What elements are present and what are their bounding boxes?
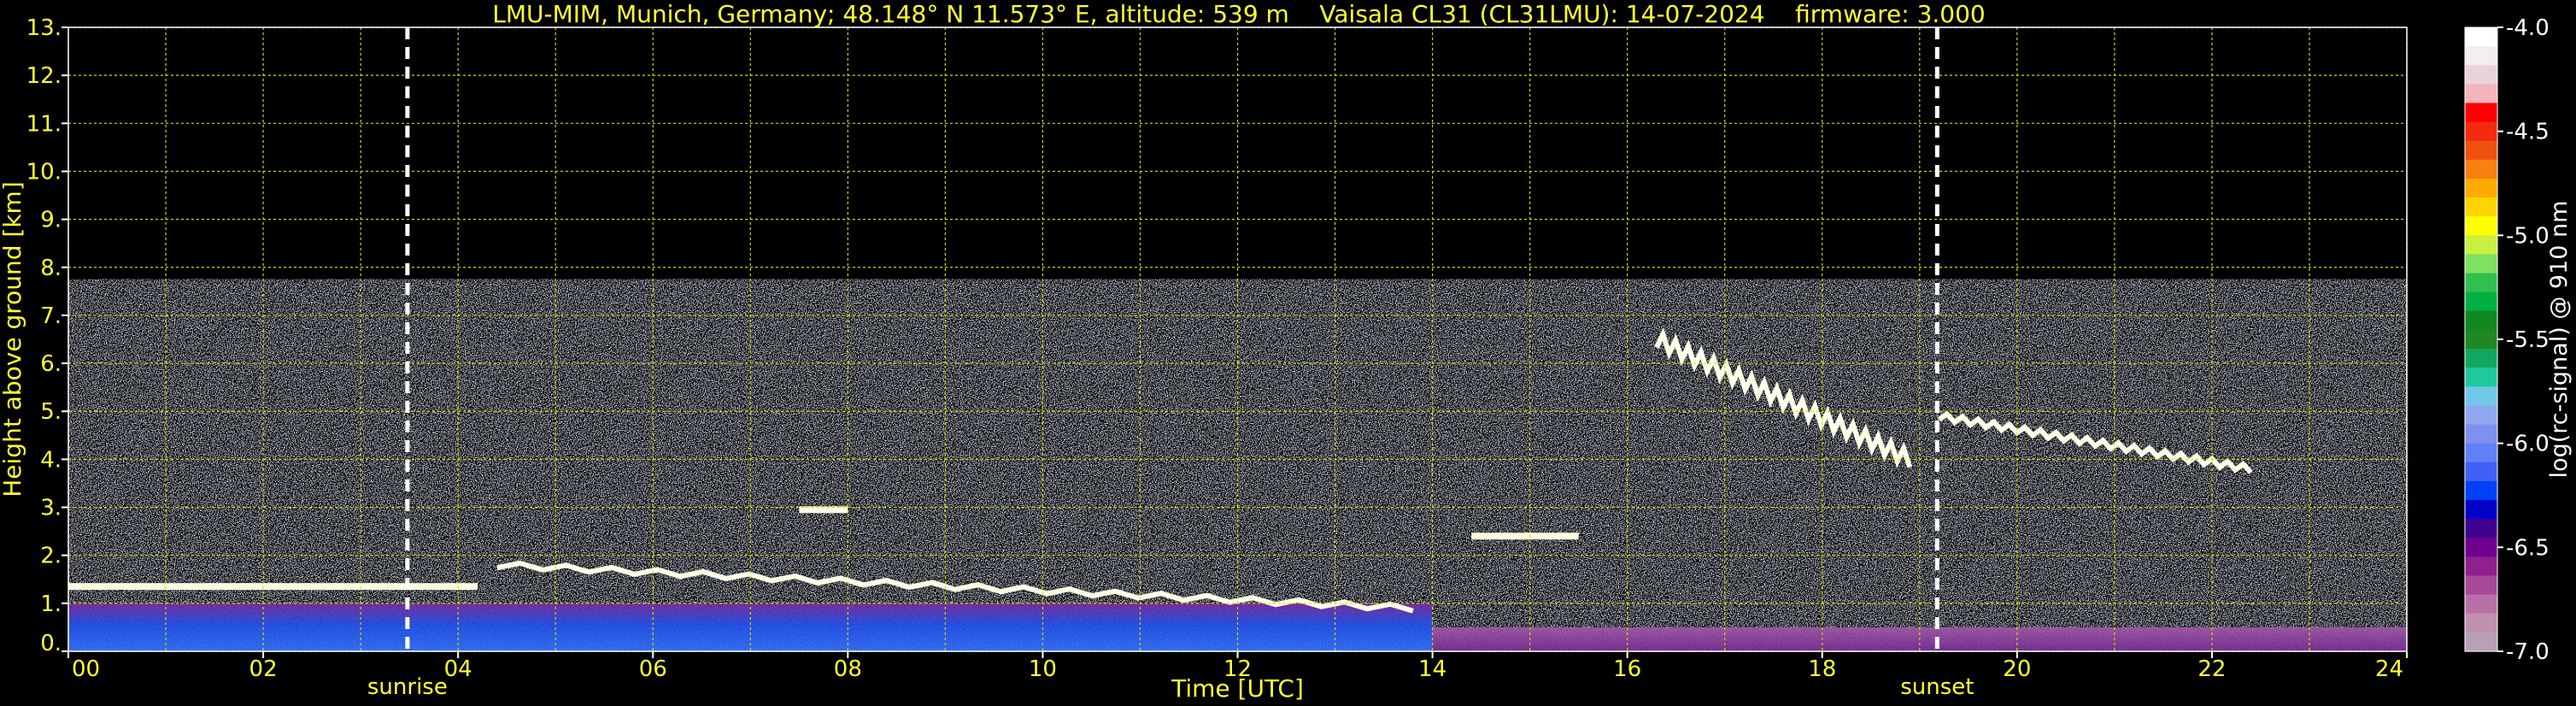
y-tick-label: 13. xyxy=(26,15,62,41)
colorbar-segment xyxy=(2465,519,2497,538)
y-axis-label: Height above ground [km] xyxy=(0,181,26,497)
colorbar-segment xyxy=(2465,84,2497,104)
x-axis-label: Time [UTC] xyxy=(1171,674,1304,703)
sunrise-label: sunrise xyxy=(367,674,448,700)
colorbar-segment xyxy=(2465,178,2497,198)
colorbar-tick-label: -6.0 xyxy=(2506,432,2550,457)
colorbar-segment xyxy=(2465,349,2497,368)
colorbar-segment xyxy=(2465,594,2497,615)
colorbar-segment xyxy=(2465,46,2497,66)
x-tick-label: 08 xyxy=(834,656,862,682)
colorbar-segment xyxy=(2465,480,2497,501)
x-tick-label: 18 xyxy=(1808,656,1836,682)
colorbar-segment xyxy=(2465,424,2497,444)
colorbar-segment xyxy=(2465,103,2497,123)
colorbar-tick-label: -5.0 xyxy=(2506,223,2550,249)
x-tick-label: 00 xyxy=(72,656,100,682)
x-tick-label: 14 xyxy=(1418,656,1446,682)
colorbar-segment xyxy=(2465,405,2497,426)
colorbar-label: log(rc-signal) @ 910 nm xyxy=(2546,201,2573,479)
colorbar-tick-label: -4.5 xyxy=(2506,120,2550,145)
colorbar-segment xyxy=(2465,310,2497,331)
colorbar-segment xyxy=(2465,462,2497,482)
colorbar-segment xyxy=(2465,386,2497,407)
x-tick-label: 24 xyxy=(2375,656,2403,682)
colorbar-tick-label: -5.5 xyxy=(2506,327,2550,353)
y-tick-label: 5. xyxy=(40,399,62,425)
colorbar-segment xyxy=(2465,216,2497,236)
cloud-layer-2 xyxy=(68,583,478,591)
colorbar-segment xyxy=(2465,197,2497,217)
colorbar-segment xyxy=(2465,538,2497,557)
colorbar-segment xyxy=(2465,575,2497,596)
x-tick-label: 16 xyxy=(1613,656,1641,682)
colorbar-segment xyxy=(2465,291,2497,312)
colorbar-segment xyxy=(2465,27,2497,47)
colorbar-segment xyxy=(2465,65,2497,85)
x-tick-label: 20 xyxy=(2003,656,2031,682)
colorbar-segment xyxy=(2465,368,2497,387)
cloud-layer-5 xyxy=(1471,532,1579,540)
y-tick-label: 8. xyxy=(40,256,62,281)
colorbar-segment xyxy=(2465,254,2497,274)
y-tick-label: 0. xyxy=(40,631,62,656)
x-tick-label: 02 xyxy=(249,656,278,682)
x-tick-label: 10 xyxy=(1029,656,1057,682)
colorbar-tick-label: -7.0 xyxy=(2506,639,2550,665)
x-tick-label: 04 xyxy=(444,656,472,682)
y-tick-label: 3. xyxy=(40,496,62,521)
y-tick-label: 9. xyxy=(40,208,62,233)
x-tick-label: 06 xyxy=(639,656,667,682)
colorbar-segment xyxy=(2465,235,2497,256)
colorbar-segment xyxy=(2465,140,2497,161)
y-tick-label: 10. xyxy=(26,159,62,185)
colorbar-segment xyxy=(2465,273,2497,293)
ceilometer-chart: 00 02 04 06 08 10 12 14 16 18 20 22 240.1.2.3.4.5.6.… xyxy=(0,15,2573,703)
y-tick-label: 4. xyxy=(40,447,62,473)
colorbar-segment xyxy=(2465,443,2497,463)
y-tick-label: 11. xyxy=(26,111,62,137)
y-tick-label: 6. xyxy=(40,351,62,377)
colorbar-tick-label: -4.0 xyxy=(2506,15,2550,41)
sunset-label: sunset xyxy=(1900,674,1974,700)
colorbar-segment xyxy=(2465,500,2497,520)
colorbar-segment xyxy=(2465,121,2497,142)
colorbar-tick-label: -6.5 xyxy=(2506,535,2550,561)
colorbar-segment xyxy=(2465,632,2497,652)
y-tick-label: 7. xyxy=(40,303,62,329)
colorbar-segment xyxy=(2465,329,2497,350)
colorbar: -4.0 -4.5 -5.0 -5.5 -6.0 -6.5 -7.0 log(rc-signa… xyxy=(2464,15,2573,665)
y-tick-label: 2. xyxy=(40,544,62,569)
colorbar-segment xyxy=(2465,613,2497,633)
colorbar-segment xyxy=(2465,556,2497,577)
colorbar-segment xyxy=(2465,159,2497,179)
y-tick-label: 12. xyxy=(26,63,62,89)
y-tick-label: 1. xyxy=(40,591,62,617)
x-tick-label: 22 xyxy=(2198,656,2226,682)
